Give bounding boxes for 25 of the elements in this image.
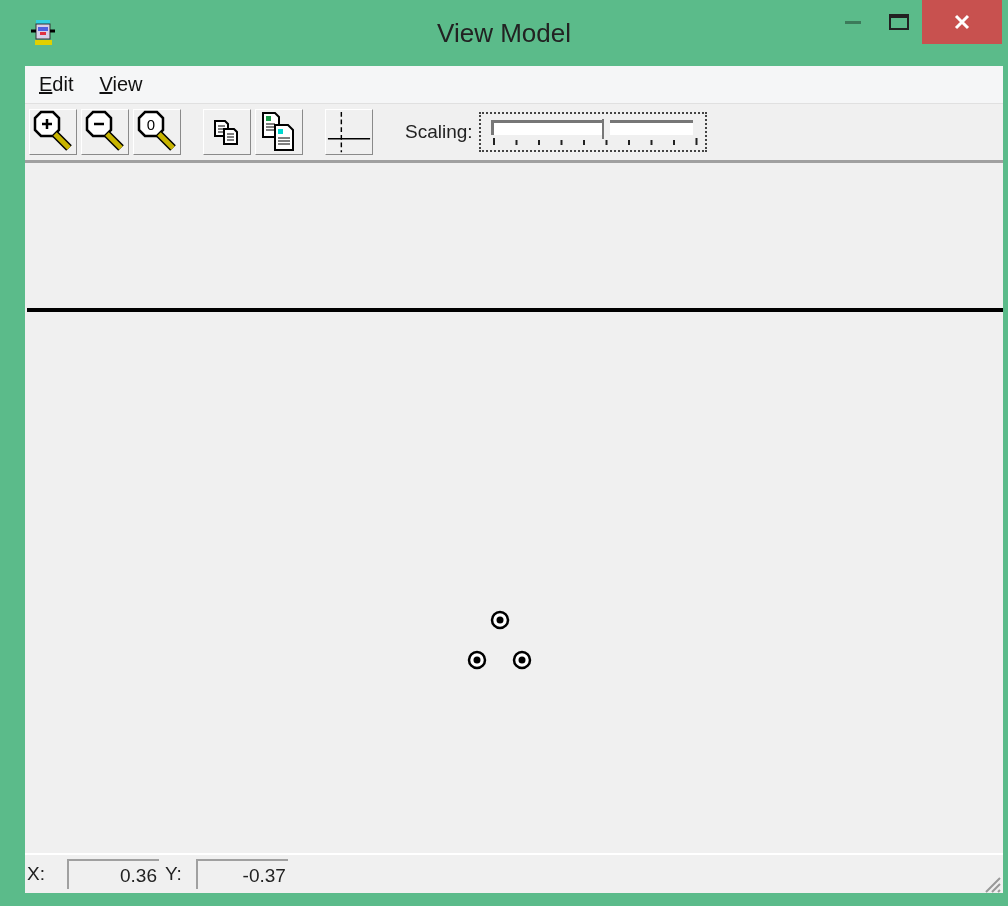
menu-item[interactable]: Edit: [31, 73, 82, 96]
menu-item[interactable]: View: [91, 73, 151, 96]
resize-grip-icon: [983, 875, 1001, 893]
axes-button[interactable]: [325, 109, 373, 155]
node-marker: [512, 650, 532, 670]
y-label: Y:: [165, 863, 182, 885]
app-icon: [28, 18, 58, 48]
node-marker: [467, 650, 487, 670]
copy-button[interactable]: [203, 109, 251, 155]
x-value: 0.36: [67, 859, 159, 889]
scaling-label: Scaling:: [405, 121, 473, 143]
zoom-out-button[interactable]: [81, 109, 129, 155]
axes-icon: [326, 109, 372, 155]
window-title: View Model: [437, 18, 571, 48]
minimize-icon: [845, 20, 861, 24]
maximize-icon: [889, 14, 909, 30]
zoom-reset-button[interactable]: 0: [133, 109, 181, 155]
zoom-in-button[interactable]: [29, 109, 77, 155]
y-value: -0.37: [195, 859, 288, 889]
scaling-slider[interactable]: [478, 112, 707, 152]
node-marker: [490, 610, 510, 630]
slider-thumb[interactable]: [602, 119, 611, 139]
paste-button[interactable]: [255, 109, 303, 155]
close-icon: [954, 14, 970, 30]
x-label: X:: [27, 863, 46, 885]
